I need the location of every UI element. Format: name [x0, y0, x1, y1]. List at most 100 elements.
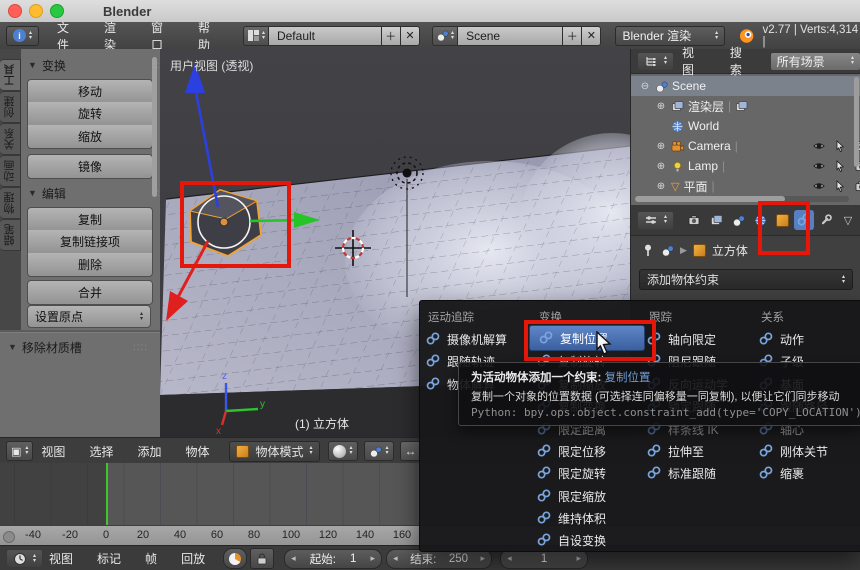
- close-window-button[interactable]: [8, 4, 22, 18]
- menu-item-transformation[interactable]: 自设变换: [537, 530, 606, 550]
- delete-button[interactable]: 删除: [27, 253, 153, 277]
- menu-render[interactable]: 渲染: [104, 19, 127, 53]
- expand-icon[interactable]: ⊕: [655, 141, 667, 152]
- menu-help[interactable]: 帮助: [198, 19, 221, 53]
- menu-item-limit-location[interactable]: 限定位移: [537, 441, 606, 461]
- add-scene-button[interactable]: ＋: [563, 25, 583, 46]
- delete-layout-button[interactable]: ✕: [400, 25, 421, 46]
- select-menu[interactable]: 选择: [89, 443, 113, 460]
- outliner-row-lamp[interactable]: ⊕ Lamp |: [631, 156, 860, 176]
- minimize-window-button[interactable]: [29, 4, 43, 18]
- visibility-eye-icon[interactable]: [813, 140, 825, 152]
- renderability-camera-icon[interactable]: [855, 180, 860, 192]
- delete-scene-button[interactable]: ✕: [582, 25, 602, 46]
- tab-tools[interactable]: 工具: [0, 59, 21, 91]
- frame-start-field[interactable]: ◂ 起始: 1 ▸: [284, 548, 383, 569]
- visibility-eye-icon[interactable]: [813, 180, 825, 192]
- scene-selector[interactable]: ▴ ▾: [432, 25, 459, 46]
- outliner-view-menu[interactable]: 视图: [682, 44, 706, 78]
- menu-item-stretch-to[interactable]: 拉伸至: [647, 441, 704, 461]
- screen-layout-name-field[interactable]: Default: [268, 25, 382, 46]
- decrement-icon[interactable]: ◂: [507, 553, 512, 564]
- tab-animation[interactable]: 动画: [0, 155, 21, 187]
- menu-item-camera-solver[interactable]: 摄像机解算: [426, 329, 507, 349]
- tab-modifiers[interactable]: [816, 210, 836, 230]
- editor-type-selector-3d[interactable]: ▣ ▴ ▾: [6, 441, 34, 461]
- join-button[interactable]: 合并: [27, 280, 153, 305]
- tab-physics[interactable]: 物理: [0, 187, 21, 219]
- mode-dropdown[interactable]: 物体模式 ▴ ▾: [229, 440, 320, 462]
- increment-icon[interactable]: ▸: [577, 553, 582, 564]
- tab-render-layers[interactable]: [706, 210, 726, 230]
- outliner-row-world[interactable]: World: [631, 116, 860, 136]
- screen-layout-selector[interactable]: ▴ ▾: [242, 25, 269, 46]
- add-menu[interactable]: 添加: [137, 443, 161, 460]
- collapse-icon[interactable]: ⊖: [639, 81, 651, 92]
- outliner-row-scene[interactable]: ⊖ Scene: [631, 76, 860, 96]
- duplicate-button[interactable]: 复制: [27, 207, 153, 232]
- breadcrumb-object-name[interactable]: 立方体: [712, 242, 748, 259]
- increment-icon[interactable]: ▸: [481, 553, 486, 564]
- add-layout-button[interactable]: ＋: [381, 25, 401, 46]
- tab-grease-pencil[interactable]: 蜡笔: [0, 219, 21, 251]
- increment-icon[interactable]: ▸: [371, 553, 376, 564]
- timeline-view-menu[interactable]: 视图: [49, 550, 73, 567]
- tab-object-data[interactable]: ▽: [838, 210, 858, 230]
- expand-icon[interactable]: ⊕: [655, 101, 667, 112]
- visibility-eye-icon[interactable]: [813, 160, 825, 172]
- expand-icon[interactable]: ⊕: [655, 161, 667, 172]
- menu-item-rigid-body-joint[interactable]: 刚体关节: [759, 441, 828, 461]
- decrement-icon[interactable]: ◂: [393, 553, 398, 564]
- outliner-horizontal-scrollbar[interactable]: [635, 196, 849, 202]
- timeline-marker-menu[interactable]: 标记: [97, 550, 121, 567]
- translate-button[interactable]: 移动: [27, 79, 153, 104]
- timeline-playback-menu[interactable]: 回放: [181, 550, 205, 567]
- tab-render[interactable]: [684, 210, 704, 230]
- set-origin-dropdown[interactable]: 设置原点 ▴ ▾: [27, 305, 151, 328]
- editor-type-selector-properties[interactable]: ▴ ▾: [637, 210, 675, 230]
- menu-file[interactable]: 文件: [57, 19, 80, 53]
- menu-item-action[interactable]: 动作: [759, 329, 804, 349]
- outliner-filter-dropdown[interactable]: 所有场景 ▴ ▾: [769, 51, 860, 71]
- render-engine-dropdown[interactable]: Blender 渲染 ▴ ▾: [615, 25, 726, 46]
- outliner-search-menu[interactable]: 搜索: [730, 44, 754, 78]
- menu-window[interactable]: 窗口: [151, 19, 174, 53]
- tab-relations[interactable]: 关系: [0, 123, 21, 155]
- expand-icon[interactable]: ⊕: [655, 181, 667, 192]
- editor-type-selector-info[interactable]: i ▴ ▾: [6, 25, 40, 46]
- menu-item-limit-scale[interactable]: 限定缩放: [537, 486, 606, 506]
- menu-item-track-to[interactable]: 标准跟随: [647, 463, 716, 483]
- selectability-cursor-icon[interactable]: [834, 180, 846, 192]
- duplicate-linked-button[interactable]: 复制链接项: [27, 230, 153, 254]
- menu-item-shrinkwrap[interactable]: 缩裹: [759, 463, 804, 483]
- outliner-vertical-scrollbar[interactable]: [854, 77, 859, 167]
- outliner-row-plane[interactable]: ⊕ ▽ 平面 |: [631, 176, 860, 196]
- menu-item-clamp-to[interactable]: 轴向限定: [647, 329, 716, 349]
- editor-type-selector-timeline[interactable]: ▴ ▾: [6, 549, 44, 568]
- object-menu[interactable]: 物体: [185, 443, 209, 460]
- add-object-constraint-dropdown[interactable]: 添加物体约束 ▴ ▾: [639, 269, 853, 290]
- menu-item-limit-rotation[interactable]: 限定旋转: [537, 463, 606, 483]
- scale-button[interactable]: 缩放: [27, 125, 153, 149]
- lock-button[interactable]: [250, 548, 275, 569]
- use-preview-range-button[interactable]: [223, 548, 248, 569]
- viewport-shading-dropdown[interactable]: ▴ ▾: [327, 441, 358, 461]
- current-frame-indicator[interactable]: [106, 463, 108, 527]
- outliner-row-camera[interactable]: ⊕ Camera |: [631, 136, 860, 156]
- decrement-icon[interactable]: ◂: [291, 553, 296, 564]
- selectability-cursor-icon[interactable]: [834, 160, 846, 172]
- panel-grip-icon[interactable]: ::::: [133, 342, 148, 353]
- tool-shelf-scrollbar[interactable]: [152, 57, 157, 197]
- zoom-window-button[interactable]: [50, 4, 64, 18]
- scroller-dot[interactable]: [3, 531, 15, 543]
- menu-item-maintain-volume[interactable]: 维持体积: [537, 508, 606, 528]
- mirror-button[interactable]: 镜像: [27, 154, 153, 179]
- tab-create[interactable]: 创建: [0, 91, 21, 123]
- tab-scene[interactable]: [728, 210, 748, 230]
- selectability-cursor-icon[interactable]: [834, 140, 846, 152]
- panel-header-operator[interactable]: ▼ 移除材质槽 ::::: [8, 339, 156, 355]
- pivot-point-dropdown[interactable]: ▴ ▾: [363, 441, 394, 461]
- editor-type-selector-outliner[interactable]: ▴ ▾: [637, 51, 675, 71]
- view-menu[interactable]: 视图: [41, 443, 65, 460]
- rotate-button[interactable]: 旋转: [27, 102, 153, 126]
